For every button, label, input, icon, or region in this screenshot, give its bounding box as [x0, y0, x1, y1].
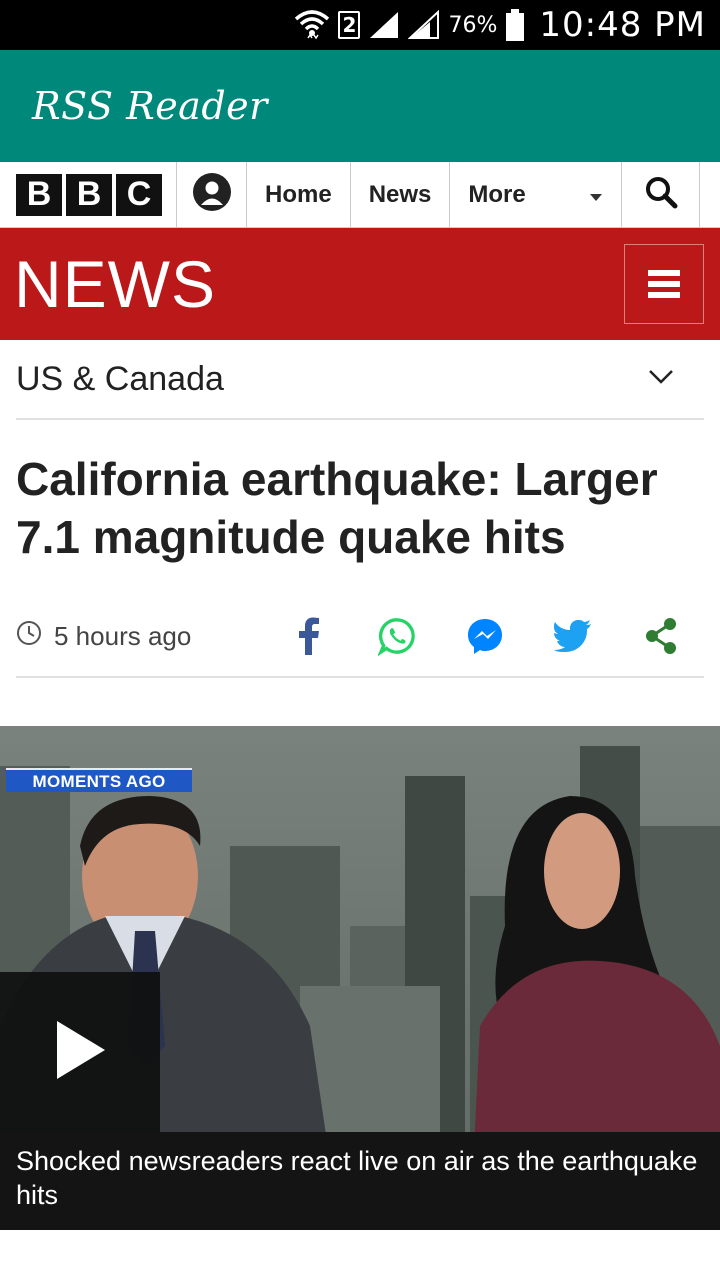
news-title: NEWS — [14, 247, 216, 321]
search-button[interactable] — [622, 162, 701, 227]
section-selector[interactable]: US & Canada — [16, 340, 704, 420]
battery-icon — [505, 8, 525, 42]
app-bar: RSS Reader — [0, 50, 720, 162]
status-bar: 2 76% 10:48 PM — [0, 0, 720, 50]
play-button[interactable] — [0, 972, 160, 1132]
nav-home-link[interactable]: Home — [247, 162, 351, 227]
account-icon — [192, 172, 232, 217]
video-player[interactable]: MOMENTS AGO Shocked newsreaders react li… — [0, 726, 720, 1230]
messenger-icon[interactable] — [466, 617, 504, 655]
video-caption: Shocked newsreaders react live on air as… — [0, 1132, 720, 1230]
news-banner: NEWS — [0, 228, 720, 340]
sim-badge: 2 — [338, 11, 361, 39]
hamburger-line — [648, 292, 680, 298]
clock-icon — [16, 620, 42, 653]
bbc-logo-letter: B — [66, 173, 112, 216]
twitter-icon[interactable] — [554, 617, 592, 655]
chevron-down-icon — [648, 369, 674, 390]
facebook-icon[interactable] — [290, 617, 328, 655]
nav-more-label: More — [468, 180, 526, 208]
search-icon — [643, 174, 679, 215]
clock: 10:48 PM — [539, 5, 706, 45]
share-bar — [290, 617, 680, 656]
nav-news-link[interactable]: News — [351, 162, 451, 227]
battery-percent: 76% — [448, 12, 498, 38]
account-button[interactable] — [177, 162, 247, 227]
share-icon[interactable] — [642, 617, 680, 655]
nav-more-button[interactable]: More — [450, 162, 623, 227]
bbc-logo-letter: B — [16, 173, 62, 216]
caret-down-icon — [589, 181, 603, 209]
menu-button[interactable] — [624, 244, 704, 324]
timestamp: 5 hours ago — [16, 620, 191, 653]
hamburger-line — [648, 281, 680, 287]
signal-icon-2 — [408, 10, 440, 40]
whatsapp-icon[interactable] — [378, 617, 416, 656]
bbc-nav: B B C Home News More — [0, 162, 720, 228]
signal-icon — [368, 10, 400, 40]
hamburger-line — [648, 270, 680, 276]
article-headline: California earthquake: Larger 7.1 magnit… — [16, 453, 658, 563]
app-title: RSS Reader — [32, 84, 268, 128]
wifi-icon — [294, 9, 330, 41]
bbc-logo-letter: C — [116, 173, 162, 216]
moments-ago-badge: MOMENTS AGO — [6, 768, 192, 792]
section-label: US & Canada — [16, 359, 224, 398]
play-icon — [53, 1019, 107, 1086]
bbc-logo[interactable]: B B C — [0, 162, 177, 227]
article-meta: 5 hours ago — [16, 596, 704, 678]
timestamp-text: 5 hours ago — [54, 620, 192, 651]
